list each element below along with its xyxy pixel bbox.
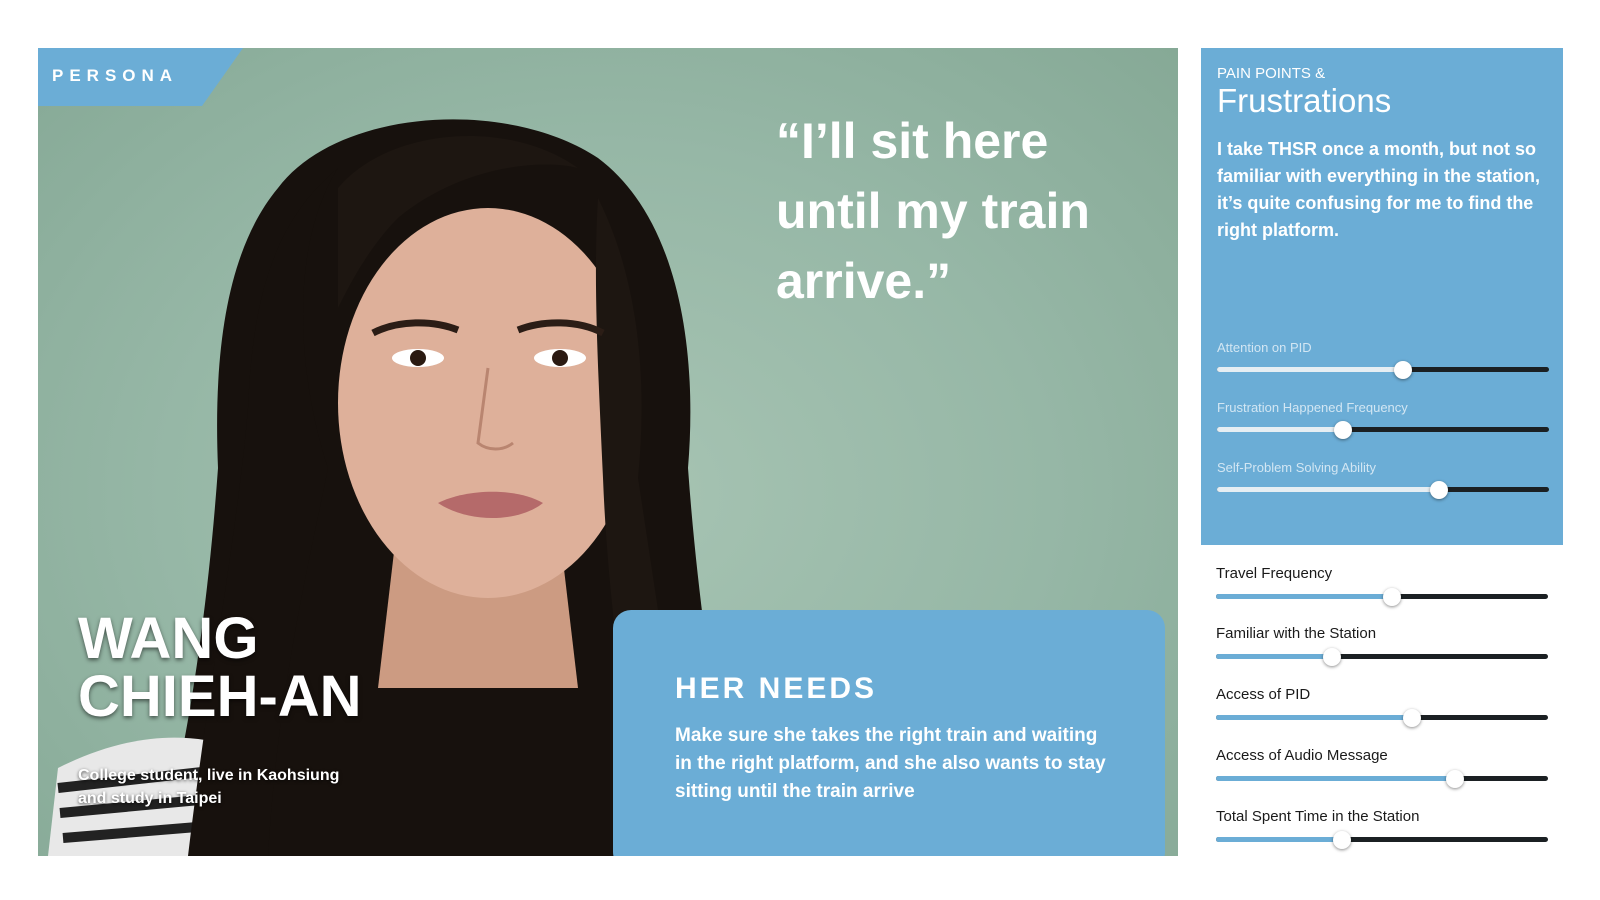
slider-label: Access of Audio Message <box>1216 747 1388 764</box>
slider-knob <box>1393 361 1412 379</box>
slider-label: Attention on PID <box>1217 340 1312 355</box>
name-line: WANG <box>78 606 259 671</box>
persona-tag-label: PERSONA <box>52 66 179 85</box>
pain-points-panel: PAIN POINTS & Frustrations I take THSR o… <box>1201 48 1563 545</box>
pain-points-title: Frustrations <box>1217 82 1392 119</box>
travel-frequency-slider: Travel Frequency <box>1216 565 1548 606</box>
persona-quote: “I’ll sit here until my train arrive.” <box>776 106 1156 316</box>
slider-knob <box>1446 770 1465 788</box>
slider-fill <box>1216 776 1456 781</box>
slider-track <box>1216 588 1548 606</box>
slider-label: Total Spent Time in the Station <box>1216 808 1420 825</box>
familiar-with-station-slider: Familiar with the Station <box>1216 625 1548 666</box>
slider-track <box>1216 648 1548 666</box>
access-of-audio-message-slider: Access of Audio Message <box>1216 747 1548 788</box>
persona-bio: College student, live in Kaohsiung and s… <box>78 767 340 807</box>
quote-line: “I’ll sit here <box>776 113 1049 169</box>
slider-track <box>1216 709 1548 727</box>
pain-points-eyebrow: PAIN POINTS & <box>1217 65 1326 82</box>
slider-label: Familiar with the Station <box>1216 625 1377 642</box>
slider-fill <box>1217 367 1403 372</box>
slider-fill <box>1216 715 1412 720</box>
slider-knob <box>1334 421 1353 439</box>
slider-track <box>1217 421 1549 439</box>
slider-knob <box>1382 588 1401 606</box>
slider-track <box>1216 770 1548 788</box>
name-line: CHIEH-AN <box>78 664 362 729</box>
slider-knob <box>1402 709 1421 727</box>
needs-text: Make sure she takes the right train and … <box>675 725 1106 802</box>
persona-name: WANG CHIEH-AN <box>78 610 362 726</box>
slider-label: Access of PID <box>1216 686 1311 703</box>
quote-line: arrive.” <box>776 253 952 309</box>
slider-track <box>1216 831 1548 849</box>
attention-on-pid-slider: Attention on PID <box>1217 340 1549 380</box>
needs-card: HER NEEDS Make sure she takes the right … <box>613 610 1165 856</box>
slider-track <box>1217 481 1549 499</box>
quote-line: until my train <box>776 183 1090 239</box>
slider-knob <box>1323 648 1342 666</box>
slider-fill <box>1217 487 1440 492</box>
pain-points-text: I take THSR once a month, but not so fam… <box>1217 139 1541 240</box>
persona-hero: PERSONA “I’ll sit here until my train ar… <box>38 48 1178 856</box>
slider-fill <box>1216 594 1392 599</box>
slider-knob <box>1430 481 1449 499</box>
total-spent-time-slider: Total Spent Time in the Station <box>1216 808 1548 849</box>
self-problem-solving-slider: Self-Problem Solving Ability <box>1217 460 1549 500</box>
slider-label: Frustration Happened Frequency <box>1217 400 1408 415</box>
slider-fill <box>1217 427 1344 432</box>
slider-label: Self-Problem Solving Ability <box>1217 460 1376 475</box>
slider-fill <box>1216 654 1333 659</box>
slider-knob <box>1333 831 1352 849</box>
slider-fill <box>1216 837 1343 842</box>
slider-label: Travel Frequency <box>1216 565 1333 582</box>
slider-track <box>1217 361 1549 379</box>
access-of-pid-slider: Access of PID <box>1216 686 1548 727</box>
needs-title: HER NEEDS <box>675 672 878 705</box>
frustration-frequency-slider: Frustration Happened Frequency <box>1217 400 1549 440</box>
